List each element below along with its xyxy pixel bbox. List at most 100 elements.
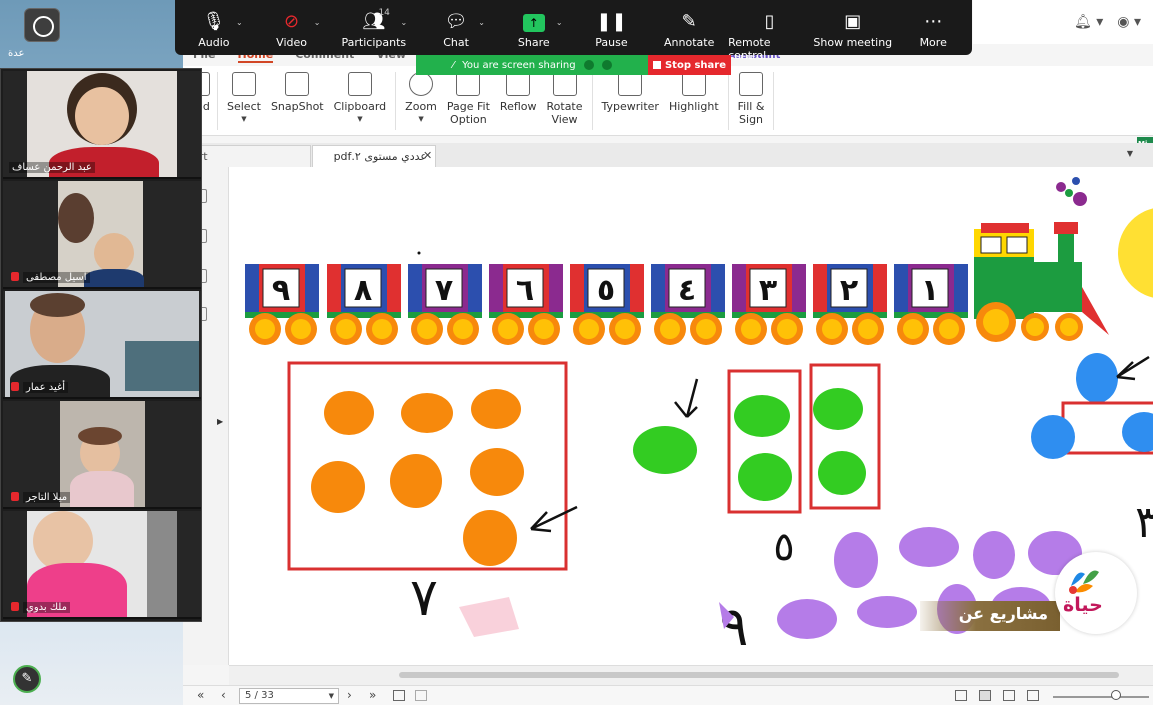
participant-tile[interactable]: ملك بدوي bbox=[3, 511, 201, 619]
audio-button[interactable]: 🎙︎ ⌄ Audio bbox=[175, 8, 253, 49]
orange-dots bbox=[311, 389, 524, 566]
zoom-slider-track[interactable] bbox=[1053, 696, 1149, 698]
car-digit: ٧ bbox=[435, 273, 453, 308]
participant-name: اسيل مصطفى bbox=[23, 272, 90, 283]
car-digit: ٣ bbox=[759, 273, 777, 308]
chevron-down-icon[interactable]: ⌄ bbox=[314, 18, 321, 27]
desktop-icon-label: عدة bbox=[8, 48, 25, 59]
pause-share-button[interactable]: ❚❚ Pause bbox=[573, 8, 651, 49]
copy-page-icon[interactable] bbox=[393, 690, 405, 701]
page-fit-icon bbox=[456, 72, 481, 96]
chevron-down-icon[interactable]: ⌄ bbox=[400, 18, 407, 27]
chevron-down-icon[interactable]: ⌄ bbox=[556, 18, 563, 27]
handwritten-number: ٧ bbox=[410, 568, 438, 628]
first-page-icon[interactable]: « bbox=[197, 688, 204, 702]
logo-name: حياة bbox=[1063, 594, 1103, 616]
handwritten-number: ٥ bbox=[773, 524, 794, 570]
sun bbox=[1118, 208, 1153, 298]
train bbox=[245, 177, 1109, 345]
stop-share-button[interactable]: Stop share bbox=[648, 55, 731, 75]
horizontal-scrollbar[interactable] bbox=[229, 665, 1153, 685]
chevron-down-icon: ▼ bbox=[418, 115, 424, 123]
participant-name: ملك بدوي bbox=[23, 602, 70, 613]
participant-face bbox=[33, 511, 93, 571]
single-page-view-icon[interactable] bbox=[955, 690, 967, 701]
zoom-slider-handle[interactable] bbox=[1111, 690, 1121, 700]
reflow-button[interactable]: Reflow bbox=[495, 72, 542, 113]
participant-name: أغيد عمار bbox=[23, 382, 69, 393]
ribbon-divider bbox=[395, 72, 397, 130]
participant-tile[interactable]: عبد الرحمن عساف bbox=[3, 71, 201, 179]
car-digit: ٥ bbox=[597, 273, 615, 308]
more-button[interactable]: ⋯ More bbox=[894, 8, 972, 49]
pause-icon: ❚❚ bbox=[596, 11, 627, 32]
continuous-view-icon[interactable] bbox=[979, 690, 991, 701]
train-locomotive bbox=[974, 177, 1109, 342]
facing-view-icon[interactable] bbox=[1003, 690, 1015, 701]
select-button[interactable]: Select ▼ bbox=[222, 72, 266, 126]
train-digits: ٩ ٨ ٧ ٦ ٥ ٤ ٣ ٢ ١ bbox=[272, 273, 939, 308]
close-icon[interactable]: ✕ bbox=[423, 149, 432, 162]
chevron-down-icon: ▼ bbox=[328, 692, 334, 700]
car-digit: ٦ bbox=[516, 273, 534, 308]
share-button[interactable]: ↑ ⌄ Share bbox=[495, 8, 573, 49]
window-icon: ▣ bbox=[844, 11, 862, 32]
page-fit-button[interactable]: Page Fit Option bbox=[442, 72, 495, 126]
tab-document[interactable]: عددي مستوى ٢.pdf bbox=[312, 145, 436, 167]
participant-tile[interactable]: ميلا التاجر bbox=[3, 401, 201, 509]
zoom-button[interactable]: Zoom ▼ bbox=[400, 72, 442, 126]
page-number-select[interactable]: 5 / 33 ▼ bbox=[239, 688, 339, 704]
shield-icon bbox=[601, 60, 612, 70]
scrollbar-thumb[interactable] bbox=[399, 672, 1119, 678]
remote-control-button[interactable]: ▯ Remote control bbox=[728, 8, 811, 62]
participant-body bbox=[70, 471, 134, 507]
participants-button[interactable]: 👥︎ 14 ⌄ Participants bbox=[330, 8, 417, 49]
chat-button[interactable]: 💬︎ ⌄ Chat bbox=[417, 8, 495, 49]
participant-head bbox=[30, 293, 85, 317]
clipboard-button[interactable]: Clipboard ▼ bbox=[329, 72, 392, 126]
pdf-page-canvas[interactable]: ٩ ٨ ٧ ٦ ٥ ٤ ٣ ٢ ١ ٧ ٥ ٩ ٣ bbox=[229, 167, 1153, 665]
chevron-down-icon[interactable]: ▼ bbox=[1127, 149, 1133, 158]
share-screen-icon: ↑ bbox=[522, 14, 545, 32]
show-meeting-button[interactable]: ▣ Show meeting bbox=[811, 8, 894, 49]
fill-sign-button[interactable]: Fill & Sign bbox=[733, 72, 770, 126]
participant-tile[interactable]: اسيل مصطفى bbox=[3, 181, 201, 289]
car-digit: ٢ bbox=[840, 273, 858, 308]
handwritten-number: ٣ bbox=[1135, 497, 1153, 548]
typewriter-button[interactable]: Typewriter bbox=[597, 72, 664, 113]
chevron-down-icon[interactable]: ⌄ bbox=[236, 18, 243, 27]
blue-dot bbox=[1122, 412, 1153, 452]
worksheet-drawing: ٩ ٨ ٧ ٦ ٥ ٤ ٣ ٢ ١ ٧ ٥ ٩ ٣ bbox=[245, 177, 1153, 658]
ink-dot bbox=[417, 251, 421, 255]
participant-body bbox=[84, 269, 144, 287]
screen-sharing-banner[interactable]: ⁄ You are screen sharing bbox=[416, 55, 648, 75]
annotate-button[interactable]: ✎ Annotate bbox=[650, 8, 728, 49]
participant-face bbox=[75, 87, 129, 145]
highlight-button[interactable]: Highlight bbox=[664, 72, 724, 113]
tab-start[interactable]: art bbox=[183, 145, 311, 167]
pen-icon: ✎ bbox=[21, 671, 33, 686]
arrow-annotation bbox=[530, 505, 578, 533]
last-page-icon[interactable]: » bbox=[369, 688, 376, 702]
snapshot-button[interactable]: SnapShot bbox=[266, 72, 329, 113]
meeting-toolbar: 🎙︎ ⌄ Audio ⊘ ⌄ Video 👥︎ 14 ⌄ Participant… bbox=[175, 0, 972, 62]
mouse-icon: ▯ bbox=[764, 11, 775, 32]
next-page-icon[interactable]: › bbox=[347, 688, 352, 702]
prev-page-icon[interactable]: ‹ bbox=[221, 688, 226, 702]
grid-view-icon[interactable] bbox=[1027, 690, 1039, 701]
video-off-icon: ⊘ bbox=[284, 11, 300, 32]
account-icon[interactable]: ◉ ▾ bbox=[1117, 14, 1141, 30]
blue-dot bbox=[1076, 353, 1118, 403]
chevron-down-icon[interactable]: ⌄ bbox=[478, 18, 485, 27]
annotation-pen-button[interactable]: ✎ bbox=[13, 665, 41, 693]
participant-tile[interactable]: أغيد عمار bbox=[3, 291, 201, 399]
ribbon-divider bbox=[773, 72, 775, 130]
car-digit: ٨ bbox=[354, 273, 372, 308]
desktop-app-icon[interactable] bbox=[24, 8, 60, 42]
bell-icon[interactable]: 🔔︎ ▾ bbox=[1074, 14, 1103, 30]
video-button[interactable]: ⊘ ⌄ Video bbox=[253, 8, 331, 49]
rotate-view-button[interactable]: Rotate View bbox=[542, 72, 588, 126]
expand-panel-icon[interactable]: ▶ bbox=[217, 417, 223, 426]
microphone-icon: 🎙︎ bbox=[202, 11, 226, 32]
paste-page-icon[interactable] bbox=[415, 690, 427, 701]
